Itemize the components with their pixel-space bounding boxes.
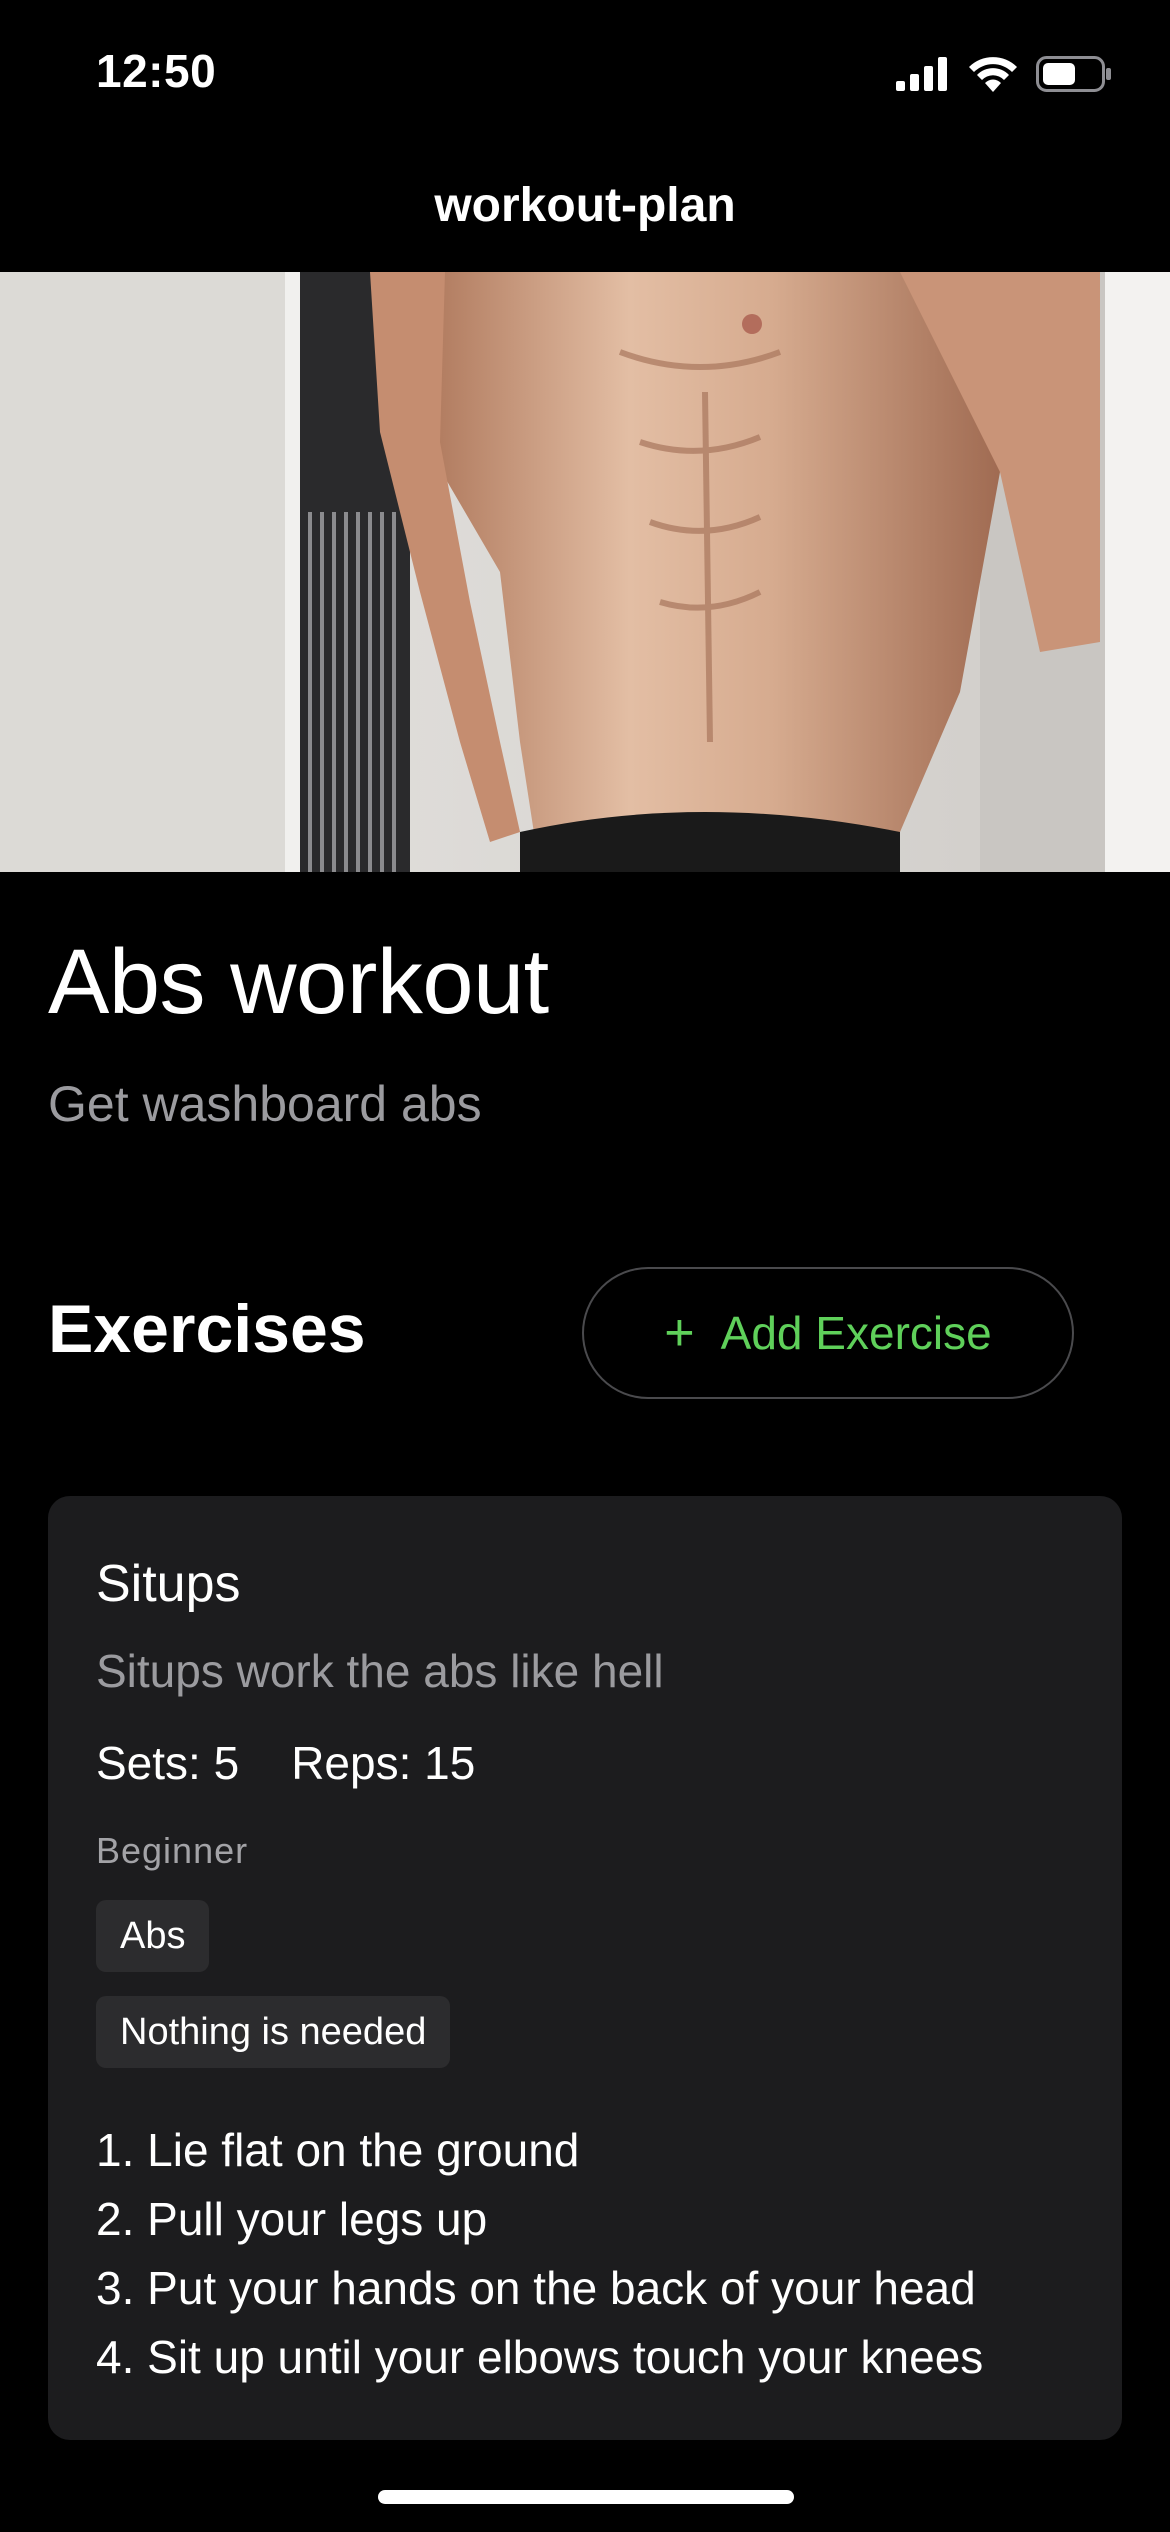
exercise-reps: Reps: 15 <box>291 1737 476 1789</box>
exercise-steps: 1. Lie flat on the ground 2. Pull your l… <box>96 2116 983 2392</box>
step-item: 3. Put your hands on the back of your he… <box>96 2262 976 2314</box>
status-icons <box>896 52 1112 96</box>
home-indicator[interactable] <box>378 2490 794 2504</box>
exercise-description: Situps work the abs like hell <box>96 1645 664 1697</box>
hero-image <box>0 272 1170 872</box>
status-bar: 12:50 <box>0 0 1170 150</box>
step-item: 1. Lie flat on the ground <box>96 2124 580 2176</box>
add-exercise-label: Add Exercise <box>720 1307 992 1359</box>
plus-icon: + <box>664 1304 695 1362</box>
abs-photo <box>0 272 1170 872</box>
plan-description: Get washboard abs <box>48 1076 482 1132</box>
signal-icon <box>896 57 947 91</box>
wifi-icon <box>969 57 1017 92</box>
screen: 12:50 workout-plan Abs workout Get washb… <box>0 0 1170 2532</box>
exercise-sets: Sets: 5 <box>96 1737 240 1789</box>
battery-icon <box>1036 56 1111 92</box>
exercise-stats: Sets: 5 Reps: 15 <box>96 1736 475 1790</box>
exercise-level: Beginner <box>96 1830 249 1871</box>
nav-bar: workout-plan <box>0 150 1170 272</box>
plan-title: Abs workout <box>48 931 549 1033</box>
muscle-tag: Abs <box>96 1900 210 1972</box>
exercises-heading: Exercises <box>48 1291 366 1367</box>
status-time: 12:50 <box>96 45 217 97</box>
step-item: 2. Pull your legs up <box>96 2193 488 2245</box>
exercise-card[interactable]: Situps Situps work the abs like hell Set… <box>48 1496 1122 2440</box>
step-item: 4. Sit up until your elbows touch your k… <box>96 2331 984 2383</box>
exercise-name: Situps <box>96 1555 241 1613</box>
add-exercise-button[interactable]: + Add Exercise <box>582 1267 1074 1399</box>
equipment-tag: Nothing is needed <box>96 1996 451 2068</box>
nav-title: workout-plan <box>434 179 736 232</box>
